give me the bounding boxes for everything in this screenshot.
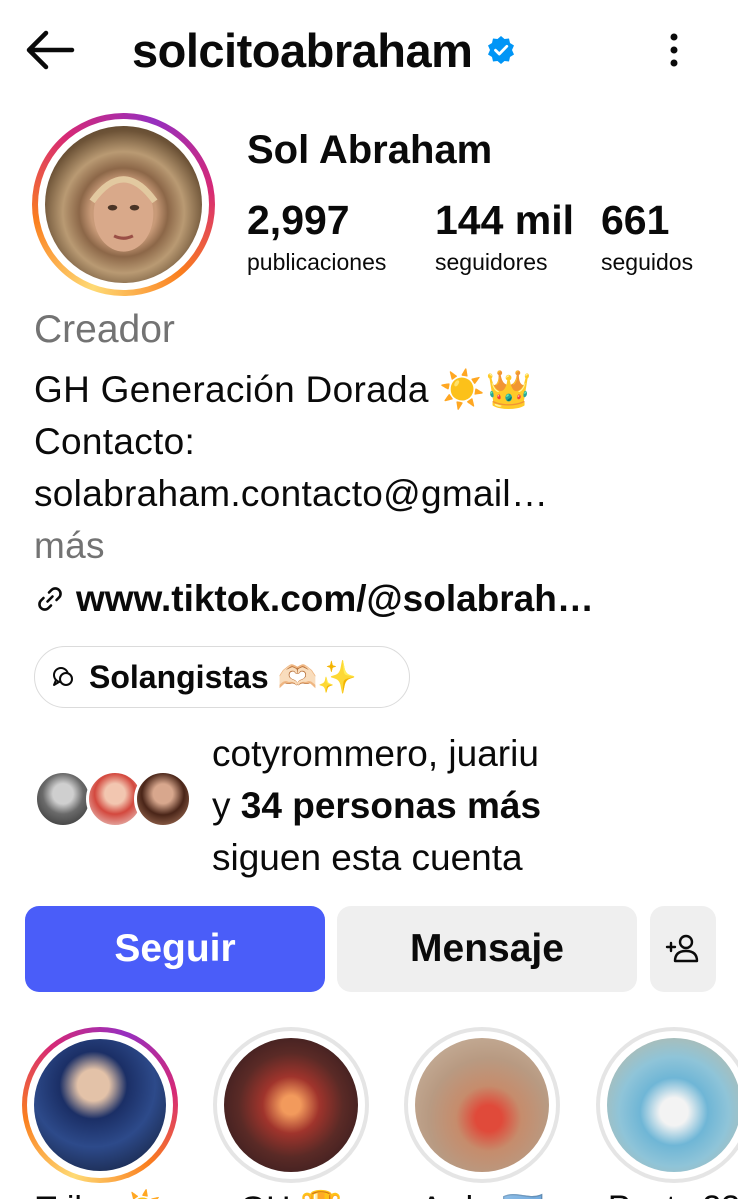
bio-line: GH Generación Dorada ☀️👑 (34, 369, 533, 410)
stat-posts[interactable]: 2,997 publicaciones (247, 197, 435, 276)
message-button[interactable]: Mensaje (337, 906, 637, 992)
username-row: solcitoabraham (132, 20, 516, 80)
channel-chat-icon (53, 667, 73, 686)
highlight-label: Arde 🇦🇷 (397, 1189, 567, 1199)
follower-avatar (134, 770, 192, 828)
full-name: Sol Abraham (247, 128, 493, 172)
options-button[interactable] (656, 28, 692, 72)
bio-line: Contacto: (34, 421, 196, 462)
stat-followers-value: 144 mil (435, 197, 575, 243)
highlight-item[interactable] (22, 1027, 178, 1183)
highlight-cover (224, 1038, 358, 1172)
highlight-cover (34, 1039, 166, 1171)
profile-avatar-story-ring[interactable] (32, 113, 215, 296)
stat-followers-label: seguidores (435, 249, 548, 276)
bio-more-link[interactable]: más (34, 520, 548, 572)
stat-following-label: seguidos (601, 249, 694, 276)
highlight-cover (415, 1038, 549, 1172)
profile-link[interactable]: www.tiktok.com/@solabrah… (34, 578, 594, 620)
suggest-accounts-button[interactable] (650, 906, 716, 992)
highlight-label: Tribu ☀️ (15, 1189, 185, 1199)
bio-line: solabraham.contacto@gmail… (34, 473, 549, 514)
username: solcitoabraham (132, 23, 473, 77)
stat-following[interactable]: 661 seguidos (601, 197, 694, 276)
followed-by-count-bold: 34 personas más (240, 785, 542, 826)
highlight-cover (607, 1038, 738, 1172)
broadcast-channel-chip[interactable]: Solangistas 🫶🏻✨ (34, 646, 410, 708)
stat-followers[interactable]: 144 mil seguidores (435, 197, 601, 276)
followed-by-names: cotyrommero, juariu (212, 733, 539, 774)
highlight-label: Posts 23 (589, 1189, 738, 1199)
story-highlights: Tribu ☀️ GH 🏆 Arde 🇦🇷 Posts 23 (0, 1027, 738, 1199)
follower-avatar (34, 770, 92, 828)
highlight-item[interactable] (596, 1027, 738, 1183)
back-button[interactable] (22, 26, 76, 74)
stat-posts-label: publicaciones (247, 249, 387, 276)
follow-button[interactable]: Seguir (25, 906, 325, 992)
verified-badge-icon (486, 35, 516, 65)
profile-category: Creador (34, 308, 175, 351)
followed-by-text: cotyrommero, juariu y 34 personas más si… (212, 728, 541, 884)
stat-posts-value: 2,997 (247, 197, 350, 243)
followed-by-count: y 34 personas más (212, 785, 542, 826)
avatar (45, 126, 202, 283)
arrow-left-icon (26, 30, 75, 70)
stat-following-value: 661 (601, 197, 670, 243)
followed-by-section[interactable]: cotyrommero, juariu y 34 personas más si… (34, 728, 724, 878)
profile-header: solcitoabraham (0, 0, 738, 100)
highlight-item[interactable] (213, 1027, 369, 1183)
more-vertical-icon (670, 33, 678, 67)
add-person-icon (665, 934, 699, 963)
profile-bio: GH Generación Dorada ☀️👑 Contacto: solab… (34, 364, 548, 572)
highlight-item[interactable] (404, 1027, 560, 1183)
highlight-label: GH 🏆 (206, 1189, 376, 1199)
link-icon (38, 587, 62, 611)
channel-label: Solangistas 🫶🏻✨ (89, 659, 358, 695)
avatar-portrait (89, 176, 158, 252)
followed-by-suffix: siguen esta cuenta (212, 837, 523, 878)
profile-link-text: www.tiktok.com/@solabrah… (76, 578, 594, 619)
profile-stats: 2,997 publicaciones 144 mil seguidores 6… (247, 197, 694, 276)
